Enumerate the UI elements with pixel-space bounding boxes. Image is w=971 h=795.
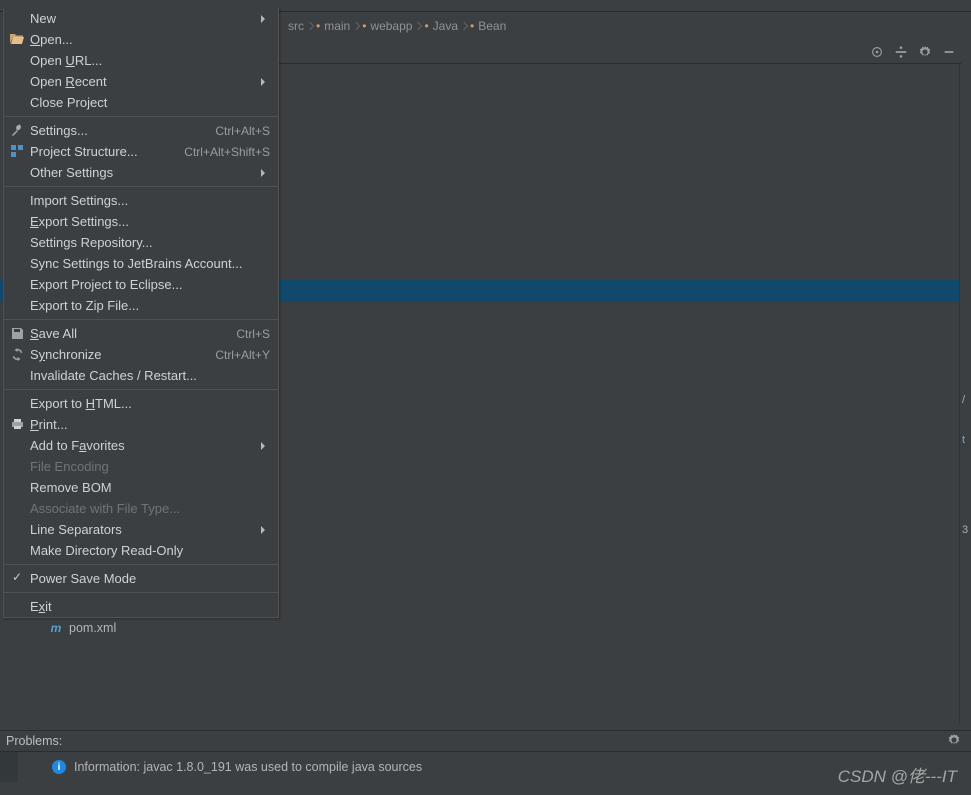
sync-icon xyxy=(10,347,24,361)
info-message: Information: javac 1.8.0_191 was used to… xyxy=(74,760,422,774)
menu-open[interactable]: Open... xyxy=(4,29,278,50)
menu-invalidate-caches[interactable]: Invalidate Caches / Restart... xyxy=(4,365,278,386)
divide-icon[interactable] xyxy=(893,44,909,60)
menu-separator xyxy=(4,116,278,117)
menu-separator xyxy=(4,319,278,320)
menu-settings[interactable]: Settings... Ctrl+Alt+S xyxy=(4,120,278,141)
crumb-src[interactable]: src xyxy=(282,19,310,33)
menu-settings-repo[interactable]: Settings Repository... xyxy=(4,232,278,253)
crumb-bean[interactable]: •Bean xyxy=(464,19,512,33)
menu-exit[interactable]: Exit xyxy=(4,596,278,617)
menu-export-eclipse[interactable]: Export Project to Eclipse... xyxy=(4,274,278,295)
shortcut-label: Ctrl+Alt+Y xyxy=(215,348,270,362)
menu-power-save-mode[interactable]: Power Save Mode xyxy=(4,568,278,589)
menu-assoc-filetype: Associate with File Type... xyxy=(4,498,278,519)
maven-m-icon: m xyxy=(48,620,64,636)
menu-make-readonly[interactable]: Make Directory Read-Only xyxy=(4,540,278,561)
print-icon xyxy=(10,417,24,431)
menu-separator xyxy=(4,592,278,593)
menu-separator xyxy=(4,564,278,565)
menu-add-favorites[interactable]: Add to Favorites xyxy=(4,435,278,456)
menu-close-project[interactable]: Close Project xyxy=(4,92,278,113)
menu-separator xyxy=(4,186,278,187)
shortcut-label: Ctrl+S xyxy=(236,327,270,341)
menu-print[interactable]: Print... xyxy=(4,414,278,435)
minimize-icon[interactable] xyxy=(941,44,957,60)
menu-export-html[interactable]: Export to HTML... xyxy=(4,393,278,414)
menu-export-zip[interactable]: Export to Zip File... xyxy=(4,295,278,316)
menu-synchronize[interactable]: Synchronize Ctrl+Alt+Y xyxy=(4,344,278,365)
build-info-row[interactable]: i Information: javac 1.8.0_191 was used … xyxy=(0,752,971,782)
menu-remove-bom[interactable]: Remove BOM xyxy=(4,477,278,498)
gear-icon[interactable] xyxy=(947,733,961,750)
menu-new[interactable]: New xyxy=(4,8,278,29)
menu-import-settings[interactable]: Import Settings... xyxy=(4,190,278,211)
target-icon[interactable] xyxy=(869,44,885,60)
crumb-main[interactable]: •main xyxy=(310,19,356,33)
breadcrumb: src •main •webapp •Java •Bean xyxy=(278,14,971,38)
menu-open-recent[interactable]: Open Recent xyxy=(4,71,278,92)
menu-other-settings[interactable]: Other Settings xyxy=(4,162,278,183)
crumb-webapp[interactable]: •webapp xyxy=(356,19,418,33)
watermark: CSDN @佬---IT xyxy=(838,762,957,787)
info-icon: i xyxy=(52,760,66,774)
shortcut-label: Ctrl+Alt+S xyxy=(215,124,270,138)
tree-file-pom2[interactable]: m pom.xml xyxy=(0,618,958,638)
menu-file-encoding: File Encoding xyxy=(4,456,278,477)
menu-project-structure[interactable]: Project Structure... Ctrl+Alt+Shift+S xyxy=(4,141,278,162)
project-structure-icon xyxy=(10,144,24,158)
menu-separator xyxy=(4,389,278,390)
problems-title: Problems: xyxy=(6,734,62,748)
editor-toolbar xyxy=(278,40,961,64)
menu-open-url[interactable]: Open URL... xyxy=(4,50,278,71)
menu-sync-jetbrains[interactable]: Sync Settings to JetBrains Account... xyxy=(4,253,278,274)
folder-open-icon xyxy=(10,32,24,46)
wrench-icon xyxy=(10,123,24,137)
crumb-java[interactable]: •Java xyxy=(418,19,464,33)
editor-gutter: / t 3 xyxy=(959,64,971,724)
save-icon xyxy=(10,326,24,340)
problems-toolwindow-header[interactable]: Problems: xyxy=(0,730,971,752)
shortcut-label: Ctrl+Alt+Shift+S xyxy=(184,145,270,159)
gear-icon[interactable] xyxy=(917,44,933,60)
menu-export-settings[interactable]: Export Settings... xyxy=(4,211,278,232)
menu-line-separators[interactable]: Line Separators xyxy=(4,519,278,540)
menu-save-all[interactable]: Save All Ctrl+S xyxy=(4,323,278,344)
file-menu: New Open... Open URL... Open Recent Clos… xyxy=(3,8,279,618)
